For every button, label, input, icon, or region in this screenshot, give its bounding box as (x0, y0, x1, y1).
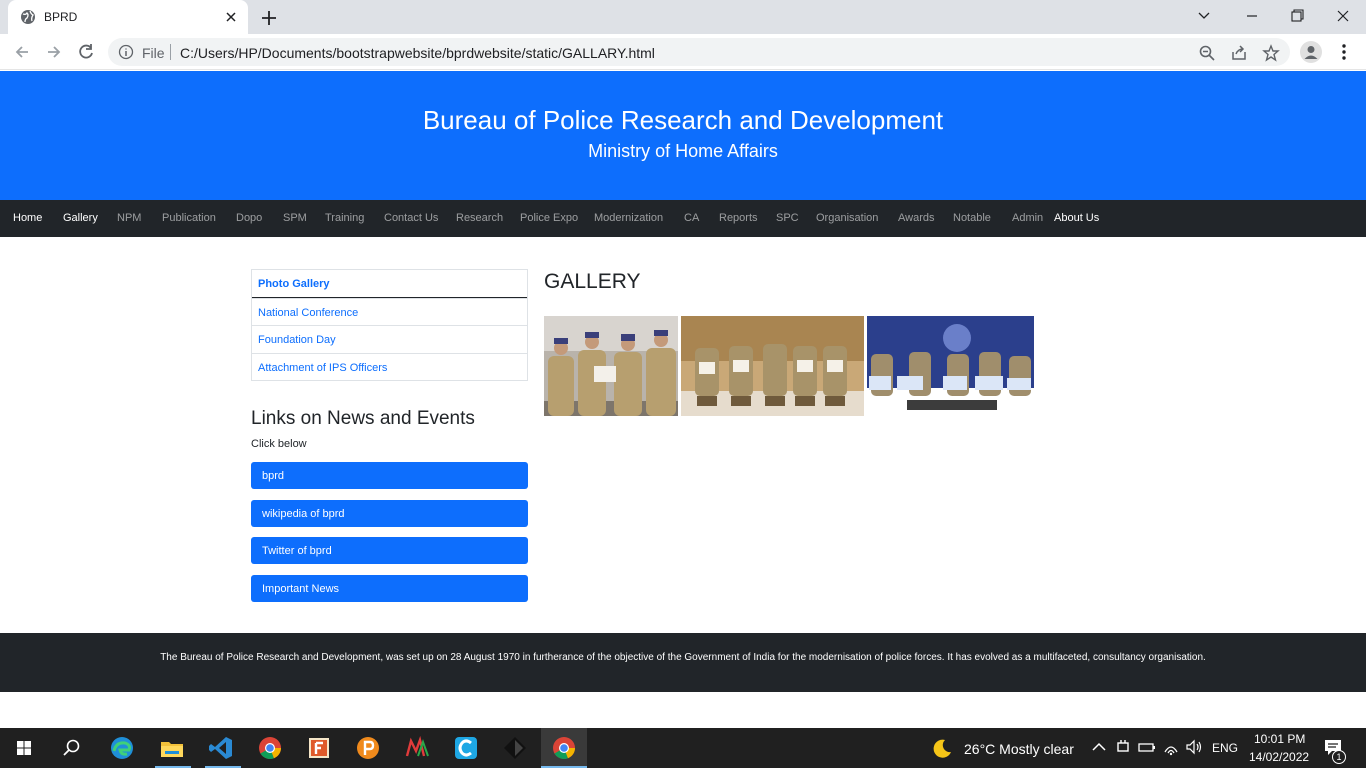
notification-count-badge: 1 (1332, 750, 1346, 764)
minimize-icon[interactable] (1238, 4, 1266, 28)
gallery-photo[interactable] (867, 316, 1034, 416)
reload-icon[interactable] (76, 42, 96, 62)
forward-arrow-icon[interactable] (44, 42, 64, 62)
back-arrow-icon[interactable] (12, 42, 32, 62)
browser-tab[interactable]: BPRD (8, 0, 248, 34)
p-app-icon[interactable] (354, 734, 382, 762)
nav-spm[interactable]: SPM (283, 212, 307, 224)
nav-police-expo[interactable]: Police Expo (520, 212, 578, 224)
site-subtitle: Ministry of Home Affairs (588, 141, 778, 161)
windows-start-icon[interactable] (10, 734, 38, 762)
important-news-button[interactable]: Important News (251, 575, 528, 602)
nav-organisation[interactable]: Organisation (816, 212, 878, 224)
nav-contact-us[interactable]: Contact Us (384, 212, 438, 224)
battery-icon[interactable] (1138, 738, 1156, 756)
dark-app-icon[interactable] (501, 734, 529, 762)
nav-gallery[interactable]: Gallery (63, 212, 98, 224)
nav-notable[interactable]: Notable (953, 212, 991, 224)
twitter-link-button[interactable]: Twitter of bprd (251, 537, 528, 564)
browser-tabstrip: BPRD (0, 0, 1366, 34)
gallery-photo[interactable] (681, 316, 864, 416)
file-explorer-icon[interactable] (158, 734, 186, 762)
nav-publication[interactable]: Publication (162, 212, 216, 224)
gallery-heading: GALLERY (544, 270, 641, 293)
wifi-icon[interactable] (1162, 738, 1180, 756)
nav-awards[interactable]: Awards (898, 212, 934, 224)
main-navbar: Home Gallery NPM Publication Dopo SPM Tr… (0, 200, 1366, 237)
list-item-photo-gallery[interactable]: Photo Gallery (252, 270, 527, 298)
clock-time[interactable]: 10:01 PM (1254, 732, 1305, 746)
bookmark-star-icon[interactable] (1262, 44, 1280, 62)
info-icon[interactable] (118, 44, 134, 60)
nav-admin[interactable]: Admin (1012, 212, 1043, 224)
chevron-up-icon[interactable] (1090, 738, 1108, 756)
nav-about-us[interactable]: About Us (1054, 212, 1099, 224)
site-title: Bureau of Police Research and Developmen… (422, 105, 944, 135)
globe-icon (21, 10, 35, 24)
footer-text: The Bureau of Police Research and Develo… (160, 652, 1206, 663)
share-icon[interactable] (1230, 44, 1248, 62)
volume-icon[interactable] (1185, 738, 1203, 756)
address-prefix: File (142, 45, 165, 61)
chrome-active-icon[interactable] (550, 734, 578, 762)
tab-search-chevron-icon[interactable] (1190, 4, 1218, 28)
browser-toolbar: File C:/Users/HP/Documents/bootstrapwebs… (0, 34, 1366, 70)
nav-reports[interactable]: Reports (719, 212, 758, 224)
f-app-icon[interactable] (305, 734, 333, 762)
nav-training[interactable]: Training (325, 212, 364, 224)
links-heading: Links on News and Events (251, 408, 475, 429)
clock-date[interactable]: 14/02/2022 (1249, 750, 1309, 764)
list-item-foundation-day[interactable]: Foundation Day (252, 325, 527, 353)
close-window-icon[interactable] (1329, 4, 1357, 28)
nav-home[interactable]: Home (13, 212, 42, 224)
wikipedia-link-button[interactable]: wikipedia of bprd (251, 500, 528, 527)
list-item-ips-officers[interactable]: Attachment of IPS Officers (252, 353, 527, 381)
close-tab-icon[interactable] (222, 8, 240, 26)
nav-spc[interactable]: SPC (776, 212, 799, 224)
chrome-icon[interactable] (256, 734, 284, 762)
nav-dopo[interactable]: Dopo (236, 212, 262, 224)
meet-now-icon[interactable] (1114, 738, 1132, 756)
site-footer: The Bureau of Police Research and Develo… (0, 633, 1366, 692)
weather-text[interactable]: 26°C Mostly clear (964, 741, 1074, 757)
search-icon[interactable] (58, 734, 86, 762)
windows-taskbar: 26°C Mostly clear ENG 10:01 PM 14/02/202… (0, 728, 1366, 768)
nav-modernization[interactable]: Modernization (594, 212, 663, 224)
gallery-category-list: Photo Gallery National Conference Founda… (251, 269, 528, 381)
click-below-text: Click below (251, 438, 307, 450)
bprd-link-button[interactable]: bprd (251, 462, 528, 489)
nav-research[interactable]: Research (456, 212, 503, 224)
restore-icon[interactable] (1283, 4, 1311, 28)
tab-title: BPRD (44, 10, 78, 24)
address-url[interactable]: C:/Users/HP/Documents/bootstrapwebsite/b… (180, 45, 655, 61)
vscode-icon[interactable] (207, 734, 235, 762)
address-separator (170, 44, 171, 60)
moon-weather-icon[interactable] (930, 736, 954, 760)
address-bar[interactable]: File C:/Users/HP/Documents/bootstrapwebs… (108, 38, 1290, 66)
edge-browser-icon[interactable] (108, 734, 136, 762)
zoom-icon[interactable] (1198, 44, 1216, 62)
ma-app-icon[interactable] (403, 734, 431, 762)
kebab-menu-icon[interactable] (1334, 42, 1354, 62)
nav-npm[interactable]: NPM (117, 212, 141, 224)
profile-avatar-icon[interactable] (1300, 41, 1322, 63)
list-item-national-conference[interactable]: National Conference (252, 298, 527, 326)
site-header: Bureau of Police Research and Developmen… (0, 71, 1366, 200)
gallery-photo[interactable] (544, 316, 678, 416)
language-indicator[interactable]: ENG (1212, 741, 1238, 755)
nav-ca[interactable]: CA (684, 212, 699, 224)
new-tab-icon[interactable] (258, 7, 280, 29)
c-app-icon[interactable] (452, 734, 480, 762)
